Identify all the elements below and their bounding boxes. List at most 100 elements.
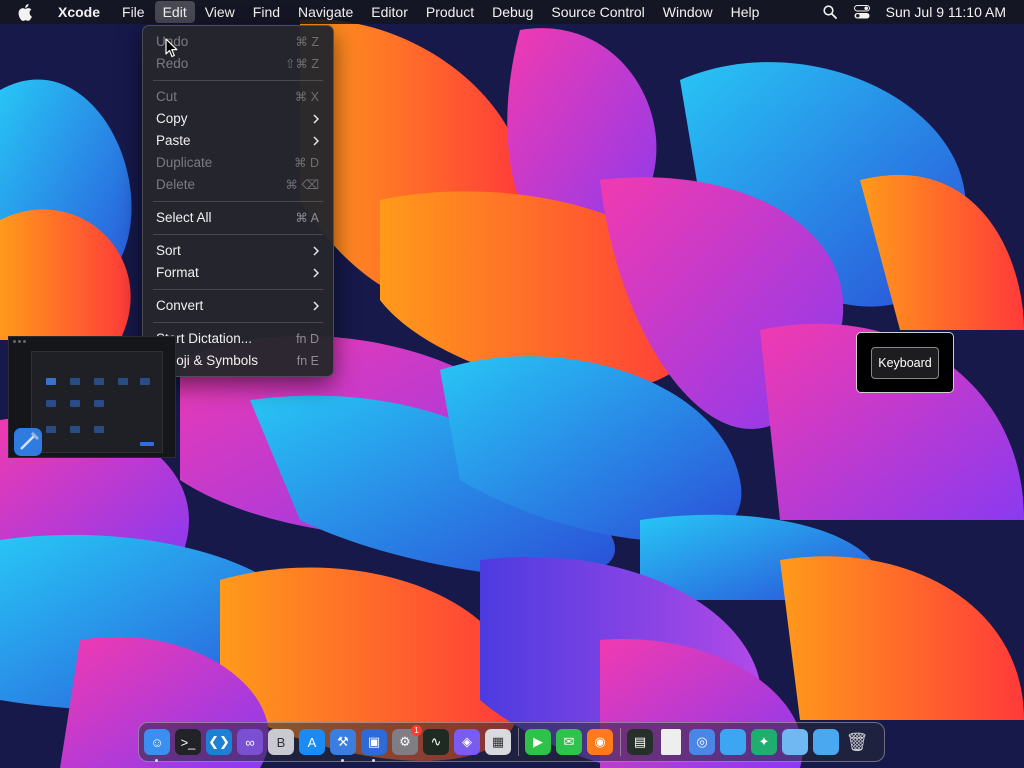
menu-item-cut[interactable]: Cut ⌘ X [143,86,333,108]
menu-separator [153,322,323,323]
keyboard-viewer-overlay: Keyboard [856,332,954,393]
running-indicator [341,759,344,762]
menu-item-copy[interactable]: Copy [143,108,333,130]
messages-icon[interactable]: ✉ [556,729,582,755]
console-icon[interactable]: ▤ [627,729,653,755]
menu-help[interactable]: Help [723,1,768,23]
template-tile [70,378,80,385]
folder-icon[interactable] [720,729,746,755]
menu-editor[interactable]: Editor [363,1,416,23]
xcode-icon[interactable]: ⚒ [330,729,356,762]
visual-studio-icon[interactable]: ∞ [237,729,263,755]
menu-bar-clock[interactable]: Sun Jul 9 11:10 AM [886,4,1006,20]
launchpad-icon[interactable]: ▦ [485,729,511,755]
menu-item-shortcut: fn E [296,354,319,368]
app-store-icon[interactable]: A [299,729,325,755]
vscode-icon[interactable]: ❮❯ [206,729,232,755]
menu-edit[interactable]: Edit [154,1,195,23]
menu-separator [153,289,323,290]
menu-file[interactable]: File [114,1,153,23]
menu-navigate[interactable]: Navigate [290,1,361,23]
menu-item-label: Select All [156,210,212,225]
control-center-icon[interactable] [853,4,870,20]
simulator-icon[interactable]: ▣ [361,729,387,762]
menu-product[interactable]: Product [418,1,482,23]
menu-item-select-all[interactable]: Select All ⌘ A [143,207,333,229]
chevron-right-icon [309,108,319,130]
terminal-icon[interactable]: >_ [175,729,201,755]
dock: ☺ >_ ❮❯ ∞ B A ⚒ ▣ ⚙ 1 ∿ ◈ ▦ ▶ ✉ ◉ ▤ ◎ ✦ 🗑 [138,722,885,762]
chrome-icon[interactable]: ◎ [689,729,715,755]
window-thumbnail[interactable] [8,336,176,458]
menu-item-label: Start Dictation... [156,331,253,346]
template-tile [46,400,56,407]
chevron-right-icon [309,295,319,317]
menu-item-shortcut: ⇧⌘ Z [284,57,319,71]
window-controls [13,340,26,343]
menu-item-delete[interactable]: Delete ⌘ ⌫ [143,174,333,196]
trash-icon[interactable]: 🗑 [844,729,870,755]
menu-item-label: Cut [156,89,178,104]
apple-menu-icon[interactable] [18,3,36,21]
menu-item-shortcut: ⌘ Z [295,35,319,49]
menu-item-label: Copy [156,111,188,126]
menu-item-label: Sort [156,243,181,258]
next-button [140,442,154,446]
template-tile [70,426,80,433]
menu-debug[interactable]: Debug [484,1,541,23]
template-tile [118,378,128,385]
menu-item-format[interactable]: Format [143,262,333,284]
notification-badge: 1 [411,725,422,736]
menu-item-label: Duplicate [156,155,213,170]
layers-icon[interactable]: ◈ [454,729,480,755]
menu-item-duplicate[interactable]: Duplicate ⌘ D [143,152,333,174]
menu-item-shortcut: ⌘ A [295,211,319,225]
running-indicator [372,759,375,762]
menu-item-shortcut: ⌘ D [294,156,319,170]
menu-item-label: Delete [156,177,196,192]
dock-separator [518,728,519,756]
menu-view[interactable]: View [197,1,243,23]
menu-item-label: Emoji & Symbols [156,353,259,368]
template-tile [94,400,104,407]
menu-bar: Xcode File Edit View Find Navigate Edito… [0,0,1024,24]
downloads-folder-icon[interactable] [813,729,839,755]
dock-separator [620,728,621,756]
document-icon[interactable] [661,729,681,755]
edit-menu-dropdown: Undo ⌘ Z Redo ⇧⌘ Z Cut ⌘ X Copy Paste Du… [142,25,334,377]
running-indicator [155,759,158,762]
template-tile [46,378,56,385]
mouse-pointer-icon [165,38,178,58]
template-tile [94,426,104,433]
menu-find[interactable]: Find [245,1,288,23]
menu-item-paste[interactable]: Paste [143,130,333,152]
menu-app-name[interactable]: Xcode [50,1,108,23]
menu-source-control[interactable]: Source Control [543,1,652,23]
template-tile [46,426,56,433]
menu-item-shortcut: ⌘ X [294,90,319,104]
activity-monitor-icon[interactable]: ∿ [423,729,449,755]
keyboard-button[interactable]: Keyboard [871,346,939,379]
menu-item-shortcut: ⌘ ⌫ [285,178,319,192]
system-settings-icon[interactable]: ⚙ 1 [392,725,422,755]
menu-item-label: Paste [156,133,191,148]
template-tile [94,378,104,385]
menu-separator [153,80,323,81]
menu-separator [153,234,323,235]
green-app-icon[interactable]: ✦ [751,729,777,755]
chevron-right-icon [309,130,319,152]
menu-item-label: Convert [156,298,204,313]
spotlight-search-icon[interactable] [822,4,838,20]
documents-folder-icon[interactable] [782,729,808,755]
menu-item-sort[interactable]: Sort [143,240,333,262]
menu-item-shortcut: fn D [296,332,319,346]
firefox-icon[interactable]: ◉ [587,729,613,755]
chevron-right-icon [309,262,319,284]
menu-item-convert[interactable]: Convert [143,295,333,317]
finder-icon[interactable]: ☺ [144,729,170,762]
menu-window[interactable]: Window [655,1,721,23]
bbedit-icon[interactable]: B [268,729,294,755]
facetime-icon[interactable]: ▶ [525,729,551,755]
template-tile [70,400,80,407]
menu-separator [153,201,323,202]
